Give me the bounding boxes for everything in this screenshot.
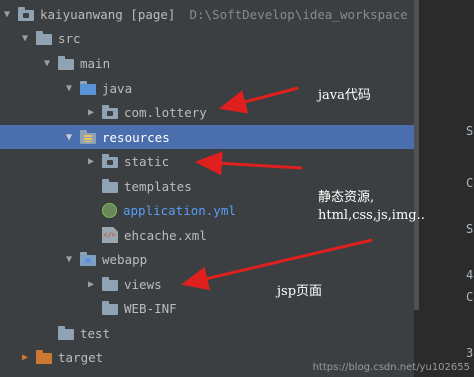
annotation-java: java代码 — [318, 88, 371, 103]
annotation-static-line1: 静态资源, — [318, 190, 375, 205]
annotation-static-line2: html,css,js,img.. — [318, 208, 425, 223]
arrow-java — [219, 86, 299, 114]
annotation-jsp: jsp页面 — [277, 284, 323, 299]
annotation-arrows — [181, 86, 373, 291]
watermark: https://blog.csdn.net/yu102655 — [312, 362, 470, 373]
arrow-views — [181, 238, 373, 291]
arrow-static — [195, 151, 303, 176]
